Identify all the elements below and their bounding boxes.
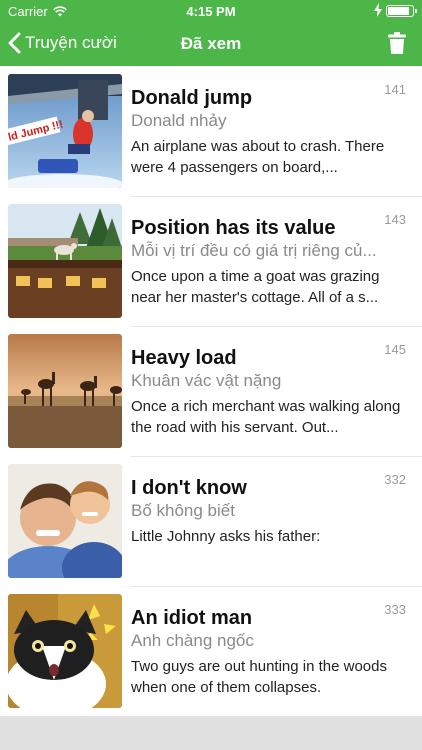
charging-icon [374, 3, 382, 17]
story-excerpt: An airplane was about to crash. There we… [131, 138, 385, 176]
story-title: Donald jump [131, 87, 253, 109]
story-excerpt: Little Johnny asks his father: [131, 528, 321, 545]
story-title: I don't know [131, 477, 247, 499]
thumbnail-image [8, 594, 122, 708]
item-text: I don't know Bố không biết Little Johnny… [131, 464, 406, 547]
back-label: Truyện cười [25, 33, 117, 52]
view-count: 332 [384, 472, 406, 487]
story-excerpt: Two guys are out hunting in the woods wh… [131, 658, 387, 696]
thumbnail-image [8, 334, 122, 448]
status-bar: Carrier 4:15 PM [0, 0, 422, 22]
trash-icon[interactable] [388, 32, 406, 54]
view-count: 141 [384, 82, 406, 97]
story-excerpt: Once upon a time a goat was grazing near… [131, 268, 380, 306]
story-subtitle: Anh chàng ngốc [131, 631, 254, 650]
story-subtitle: Mỗi vị trí đều có giá trị riêng củ... [131, 241, 377, 260]
list-item[interactable]: An idiot man Anh chàng ngốc Two guys are… [0, 586, 422, 716]
story-title: Heavy load [131, 347, 237, 369]
navigation-bar: Truyện cười Đã xem [0, 22, 422, 66]
thumbnail-image: ld Jump !!! [8, 74, 122, 188]
thumbnail-image [8, 204, 122, 318]
item-text: Donald jump Donald nhảy An airplane was … [131, 74, 406, 178]
list-item[interactable]: I don't know Bố không biết Little Johnny… [0, 456, 422, 586]
story-subtitle: Bố không biết [131, 501, 235, 520]
list-item[interactable]: Position has its value Mỗi vị trí đều có… [0, 196, 422, 326]
story-title: Position has its value [131, 217, 336, 239]
list-item[interactable]: Heavy load Khuân vác vật nặng Once a ric… [0, 326, 422, 456]
item-text: An idiot man Anh chàng ngốc Two guys are… [131, 594, 406, 698]
battery-icon [386, 5, 417, 17]
view-count: 143 [384, 212, 406, 227]
thumbnail-image [8, 464, 122, 578]
story-title: An idiot man [131, 607, 253, 629]
item-text: Position has its value Mỗi vị trí đều có… [131, 204, 406, 308]
bottom-bar [0, 716, 422, 750]
story-excerpt: Once a rich merchant was walking along t… [131, 398, 401, 436]
back-button[interactable]: Truyện cười [8, 32, 117, 54]
app-header: Carrier 4:15 PM Truyện cười Đã xem [0, 0, 422, 66]
story-subtitle: Khuân vác vật nặng [131, 371, 282, 390]
clock: 4:15 PM [186, 4, 236, 19]
view-count: 145 [384, 342, 406, 357]
view-count: 333 [384, 602, 406, 617]
item-text: Heavy load Khuân vác vật nặng Once a ric… [131, 334, 406, 438]
story-subtitle: Donald nhảy [131, 111, 227, 130]
list-item[interactable]: ld Jump !!! Donald jump Donald nhảy An a… [0, 66, 422, 196]
chevron-left-icon [8, 32, 21, 54]
